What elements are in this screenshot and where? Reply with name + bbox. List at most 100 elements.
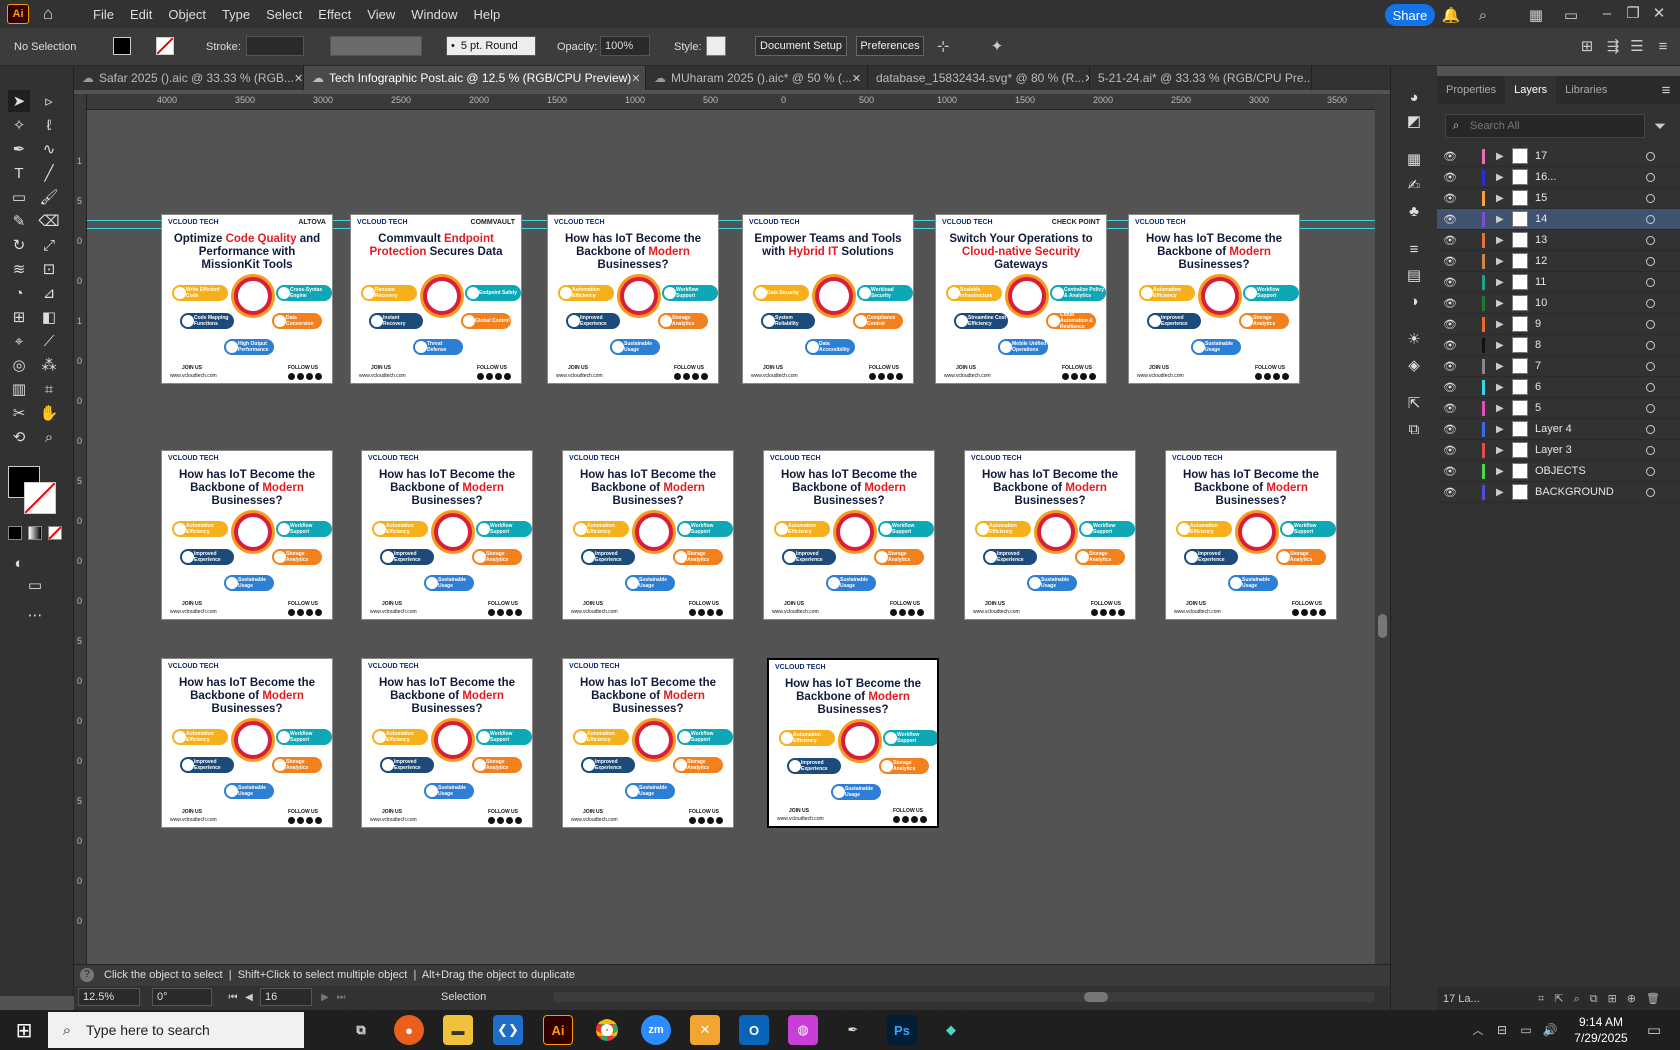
artboard[interactable]: VCLOUD TECH How has IoT Become the Backbo… (547, 214, 719, 384)
first-artboard-icon[interactable]: ⏮ (226, 989, 240, 1005)
layer-row[interactable]: 👁 ▶ Layer 4 (1437, 419, 1680, 440)
chevron-right-icon[interactable]: ▶ (1496, 466, 1504, 477)
target-icon[interactable] (1646, 278, 1655, 287)
target-icon[interactable] (1646, 467, 1655, 476)
app-icon[interactable]: ◆ (936, 1015, 966, 1045)
color-guide-icon[interactable]: ◩ (1403, 110, 1425, 132)
menu-edit[interactable]: Edit (122, 7, 160, 22)
layer-row[interactable]: 👁 ▶ 17 (1437, 146, 1680, 167)
target-icon[interactable] (1646, 236, 1655, 245)
rectangle-tool-icon[interactable]: ▭ (8, 186, 30, 208)
symbol-sprayer-icon[interactable]: ⁂ (38, 354, 60, 376)
layer-row[interactable]: 👁 ▶ 11 (1437, 272, 1680, 293)
chrome-icon[interactable] (592, 1015, 622, 1045)
layer-row[interactable]: 👁 ▶ 13 (1437, 230, 1680, 251)
chevron-right-icon[interactable]: ▶ (1496, 214, 1504, 225)
target-icon[interactable] (1646, 488, 1655, 497)
artboard[interactable]: VCLOUD TECH How has IoT Become the Backbo… (964, 450, 1136, 620)
export-icon[interactable]: ⇱ (1403, 392, 1425, 414)
type-tool-icon[interactable]: T (8, 162, 30, 184)
gradient-mode-icon[interactable] (28, 526, 42, 540)
task-view-icon[interactable]: ⧉ (346, 1015, 376, 1045)
color-mode-icon[interactable] (8, 526, 22, 540)
eye-icon[interactable]: 👁 (1443, 150, 1457, 163)
target-icon[interactable] (1646, 173, 1655, 182)
network-icon[interactable]: ⊟ (1494, 1022, 1510, 1038)
file-explorer-icon[interactable]: ▬ (443, 1015, 473, 1045)
curvature-tool-icon[interactable]: ∿ (38, 138, 60, 160)
none-mode-icon[interactable] (48, 526, 62, 540)
artboard[interactable]: VCLOUD TECH CHECK POINT Switch Your Operat… (935, 214, 1107, 384)
pen-tool-icon[interactable]: ✒ (8, 138, 30, 160)
mesh-tool-icon[interactable]: ⊞ (8, 306, 30, 328)
target-icon[interactable] (1646, 446, 1655, 455)
arrange-icon[interactable]: ⇶ (1604, 37, 1622, 55)
stroke-swatch[interactable] (156, 37, 174, 55)
transparency-icon[interactable]: ◑ (1403, 290, 1425, 312)
artboards-panel-icon[interactable]: ⧉ (1403, 418, 1425, 440)
illustrator-taskbar-icon[interactable]: Ai (543, 1015, 573, 1045)
tab-muharam[interactable]: ☁ MUharam 2025 ().aic* @ 50 % (... ✕ (646, 66, 868, 90)
close-icon[interactable]: ✕ (1650, 4, 1668, 22)
artboard[interactable]: VCLOUD TECH How has IoT Become the Backbo… (763, 450, 935, 620)
zoom-app-icon[interactable]: zm (641, 1015, 671, 1045)
hand-tool-icon[interactable]: ✋ (38, 402, 60, 424)
arrange-documents-icon[interactable]: ▦ (1527, 6, 1545, 24)
layer-row[interactable]: 👁 ▶ 9 (1437, 314, 1680, 335)
monitor-icon[interactable]: ▭ (1518, 1022, 1534, 1038)
target-icon[interactable] (1646, 194, 1655, 203)
preferences-button[interactable]: Preferences (856, 36, 924, 56)
line-tool-icon[interactable]: ╱ (38, 162, 60, 184)
close-icon[interactable]: ✕ (852, 72, 861, 85)
draw-mode-icon[interactable]: ◐ (8, 552, 30, 574)
artboard[interactable]: VCLOUD TECH How has IoT Become the Backbo… (361, 450, 533, 620)
rotate-tool-icon[interactable]: ↻ (8, 234, 30, 256)
recolor-icon[interactable]: ✦ (988, 37, 1006, 55)
layer-row[interactable]: 👁 ▶ 16... (1437, 167, 1680, 188)
panel-menu-icon[interactable]: ≡ (1658, 82, 1674, 99)
chevron-right-icon[interactable]: ▶ (1496, 487, 1504, 498)
chevron-right-icon[interactable]: ▶ (1496, 193, 1504, 204)
eye-icon[interactable]: 👁 (1443, 213, 1457, 226)
artboard-tool-icon[interactable]: ⌗ (38, 378, 60, 400)
menu-help[interactable]: Help (465, 7, 508, 22)
measure-icon[interactable]: ⟋ (38, 330, 60, 352)
artboard[interactable]: VCLOUD TECH How has IoT Become the Backbo… (1128, 214, 1300, 384)
tab-safar[interactable]: ☁ Safar 2025 ().aic @ 33.33 % (RGB... ✕ (74, 66, 304, 90)
filter-icon[interactable]: ⏷ (1652, 118, 1668, 135)
eye-icon[interactable]: 👁 (1443, 402, 1457, 415)
system-clock[interactable]: 9:14 AM 7/29/2025 (1566, 1014, 1636, 1046)
fill-swatch[interactable] (113, 37, 131, 55)
align-icon[interactable]: ⊹ (934, 37, 952, 55)
layer-row[interactable]: 👁 ▶ 10 (1437, 293, 1680, 314)
close-icon[interactable]: ✕ (294, 72, 303, 85)
minimize-icon[interactable]: – (1598, 4, 1616, 22)
notification-icon[interactable]: ▭ (1644, 1020, 1664, 1040)
chevron-right-icon[interactable]: ▶ (1496, 382, 1504, 393)
eye-icon[interactable]: 👁 (1443, 255, 1457, 268)
brushes-icon[interactable]: ✍ (1403, 174, 1425, 196)
layer-row[interactable]: 👁 ▶ 8 (1437, 335, 1680, 356)
layer-row[interactable]: 👁 ▶ 5 (1437, 398, 1680, 419)
direct-selection-tool-icon[interactable]: ▹ (38, 90, 60, 112)
zoom-tool-icon[interactable]: ⌕ (38, 426, 60, 448)
chevron-right-icon[interactable]: ▶ (1496, 151, 1504, 162)
photoshop-icon[interactable]: Ps (887, 1015, 917, 1045)
graphic-styles-icon[interactable]: ◈ (1403, 354, 1425, 376)
scale-tool-icon[interactable]: ⤢ (38, 234, 60, 256)
menu-file[interactable]: File (85, 7, 122, 22)
target-icon[interactable] (1646, 257, 1655, 266)
target-icon[interactable] (1646, 215, 1655, 224)
windows-start-icon[interactable]: ⊞ (0, 1010, 48, 1050)
bell-icon[interactable]: 🔔 (1442, 6, 1461, 24)
eye-icon[interactable]: 👁 (1443, 444, 1457, 457)
target-icon[interactable] (1646, 152, 1655, 161)
eye-icon[interactable]: 👁 (1443, 192, 1457, 205)
blend-tool-icon[interactable]: ◎ (8, 354, 30, 376)
restore-icon[interactable]: ❐ (1624, 4, 1642, 22)
eye-icon[interactable]: 👁 (1443, 360, 1457, 373)
appearance-icon[interactable]: ☀ (1403, 328, 1425, 350)
artboard[interactable]: VCLOUD TECH How has IoT Become the Backbo… (562, 658, 734, 828)
tab-tech-infographic[interactable]: ☁ Tech Infographic Post.aic @ 12.5 % (RGB… (304, 66, 646, 90)
shape-builder-icon[interactable]: ◔ (8, 282, 30, 304)
